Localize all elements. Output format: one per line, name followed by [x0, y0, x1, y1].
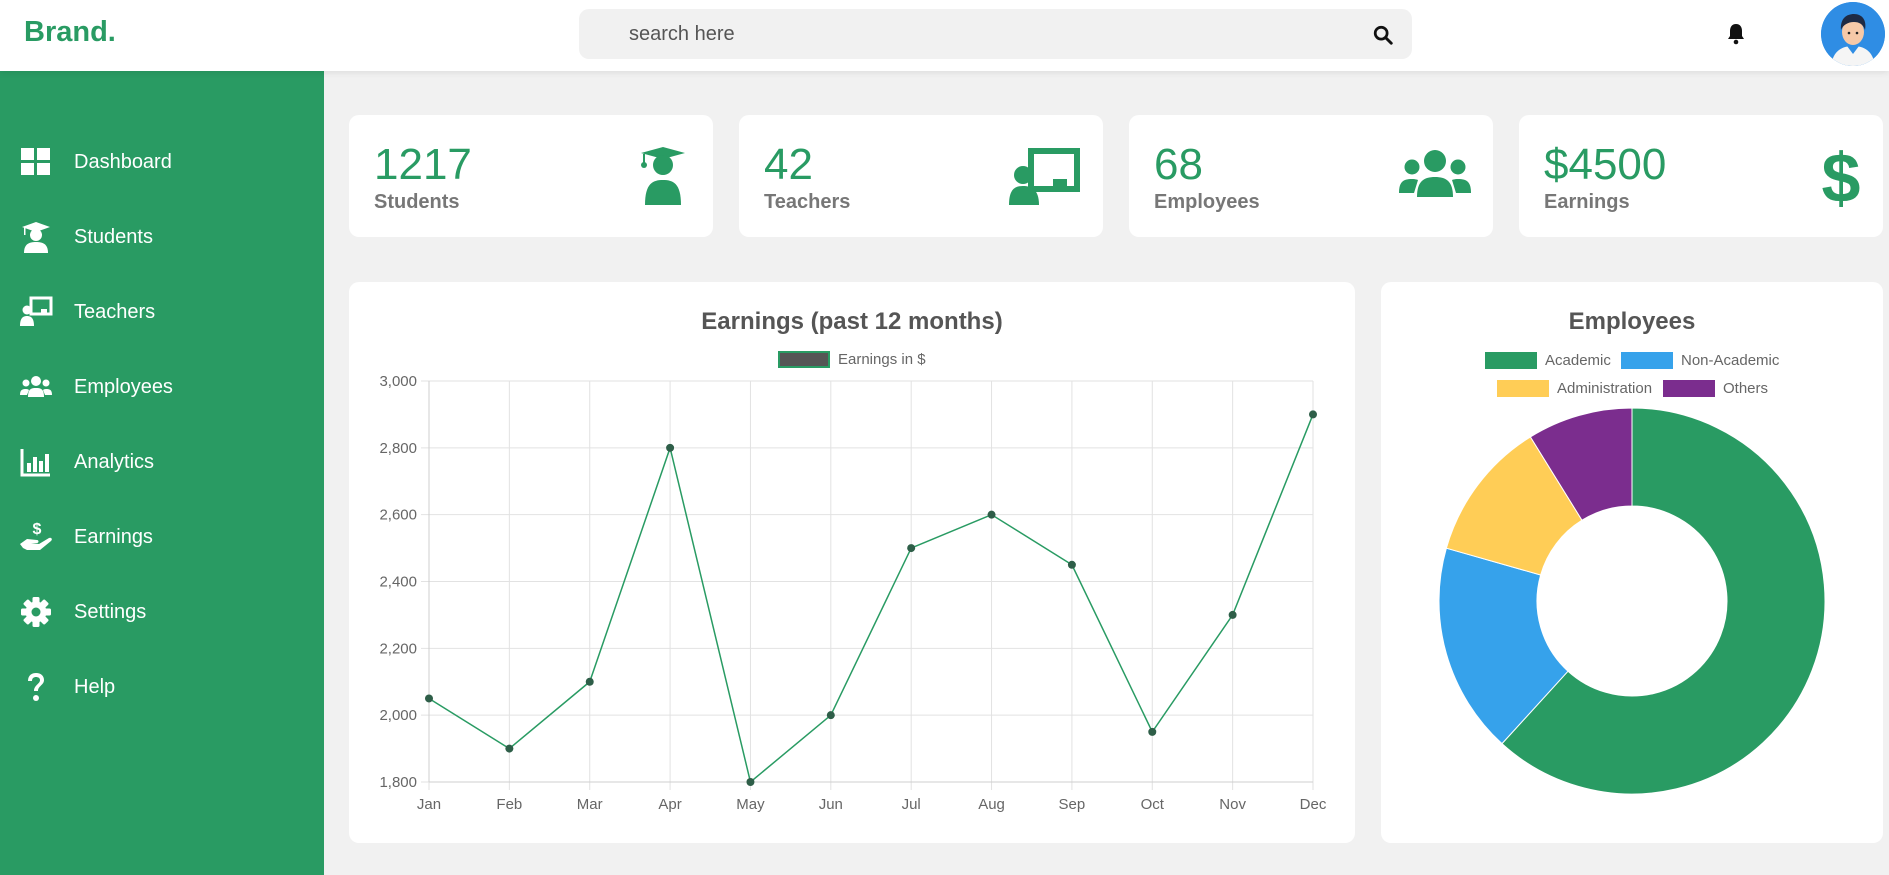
y-tick-label: 1,800: [379, 774, 417, 791]
y-tick-label: 2,000: [379, 707, 417, 724]
data-point[interactable]: [907, 544, 916, 553]
stat-label: Employees: [1154, 191, 1260, 213]
stat-value: 1217: [374, 140, 472, 189]
search-input[interactable]: [629, 9, 1329, 59]
data-point[interactable]: [746, 778, 755, 786]
x-tick-label: Sep: [1059, 796, 1086, 813]
sidebar-item-analytics[interactable]: Analytics: [0, 432, 324, 492]
chart-icon: [20, 449, 50, 477]
sidebar-item-settings[interactable]: Settings: [0, 582, 324, 642]
sidebar-item-students[interactable]: Students: [0, 207, 324, 267]
data-point[interactable]: [826, 711, 835, 720]
x-tick-label: Jul: [902, 796, 921, 813]
sidebar-item-label: Students: [74, 225, 153, 248]
x-tick-label: Aug: [978, 796, 1005, 813]
sidebar-item-label: Help: [74, 675, 116, 698]
gear-icon: [21, 597, 51, 627]
employees-doughnut-chart: [1438, 407, 1826, 795]
student-icon: [22, 222, 50, 253]
stat-card-teachers[interactable]: 42 Teachers: [739, 115, 1103, 237]
data-point[interactable]: [987, 510, 996, 519]
x-tick-label: Oct: [1141, 796, 1165, 813]
stat-card-students[interactable]: 1217 Students: [349, 115, 713, 237]
data-point[interactable]: [585, 677, 594, 686]
x-tick-label: Dec: [1300, 796, 1327, 813]
users-icon: [1399, 150, 1471, 197]
stat-card-earnings[interactable]: $4500 Earnings $: [1519, 115, 1883, 237]
x-tick-label: Apr: [658, 796, 681, 813]
x-tick-label: Jan: [417, 796, 441, 813]
y-tick-label: 2,400: [379, 574, 417, 591]
data-point[interactable]: [505, 744, 514, 753]
svg-text:$: $: [1822, 147, 1861, 207]
stat-value: 68: [1154, 140, 1203, 189]
data-point[interactable]: [1228, 610, 1237, 619]
data-point[interactable]: [1067, 560, 1076, 569]
y-tick-label: 2,600: [379, 507, 417, 524]
question-icon: [28, 673, 44, 701]
x-tick-label: Feb: [496, 796, 522, 813]
bell-icon[interactable]: [1724, 22, 1748, 46]
sidebar-item-help[interactable]: Help: [0, 657, 324, 717]
data-point[interactable]: [1309, 410, 1317, 419]
y-tick-label: 2,800: [379, 440, 417, 457]
data-point[interactable]: [1148, 727, 1157, 736]
svg-text:$: $: [33, 521, 42, 538]
sidebar-item-label: Teachers: [74, 300, 156, 323]
x-tick-label: Nov: [1219, 796, 1246, 813]
data-point[interactable]: [666, 443, 675, 452]
sidebar-item-teachers[interactable]: Teachers: [0, 282, 324, 342]
x-tick-label: May: [736, 796, 765, 813]
dashboard-icon: [21, 148, 50, 175]
sidebar-item-employees[interactable]: Employees: [0, 357, 324, 417]
users-icon: [20, 376, 52, 397]
stat-label: Earnings: [1544, 191, 1630, 213]
data-point[interactable]: [425, 694, 433, 703]
y-tick-label: 2,200: [379, 640, 417, 657]
search-box: [579, 9, 1412, 59]
grid: [421, 380, 1314, 790]
graduate-icon: [641, 147, 685, 205]
earnings-chart-panel: Earnings (past 12 months) Earnings in $ …: [349, 282, 1355, 843]
sidebar-item-label: Settings: [74, 600, 147, 623]
teacher-board-icon: [1009, 148, 1080, 205]
stat-label: Students: [374, 191, 460, 213]
search-icon[interactable]: [1372, 24, 1394, 46]
sidebar-item-label: Dashboard: [74, 150, 172, 173]
sidebar-item-label: Earnings: [74, 525, 153, 548]
series-line: [428, 414, 1314, 784]
sidebar-item-label: Analytics: [74, 450, 155, 473]
stat-label: Teachers: [764, 191, 851, 213]
avatar[interactable]: [1821, 2, 1885, 66]
x-tick-label: Jun: [819, 796, 843, 813]
dollar-icon: $: [1822, 147, 1861, 207]
top-bar: Brand.: [0, 0, 1889, 71]
sidebar-item-dashboard[interactable]: Dashboard: [0, 132, 324, 192]
teacher-icon: [20, 296, 53, 326]
y-tick-label: 3,000: [379, 373, 417, 390]
x-tick-label: Mar: [577, 796, 603, 813]
employees-chart-panel: Employees Academic Non-Academic Administ…: [1381, 282, 1883, 843]
sidebar-item-earnings[interactable]: $ Earnings: [0, 507, 324, 567]
hand-dollar-icon: $: [20, 521, 52, 550]
earnings-line-chart: 1,800 2,000 2,200 2,400 2,600 2,800 3,000 Jan Fe…: [379, 373, 1327, 813]
stat-value: 42: [764, 140, 813, 189]
stat-value: $4500: [1544, 140, 1667, 189]
stat-card-employees[interactable]: 68 Employees: [1129, 115, 1493, 237]
sidebar-item-label: Employees: [74, 375, 173, 398]
brand-logo[interactable]: Brand.: [24, 16, 116, 49]
avatar-image: [1821, 2, 1885, 66]
sidebar: Dashboard Students Teachers Employees An…: [0, 71, 324, 875]
